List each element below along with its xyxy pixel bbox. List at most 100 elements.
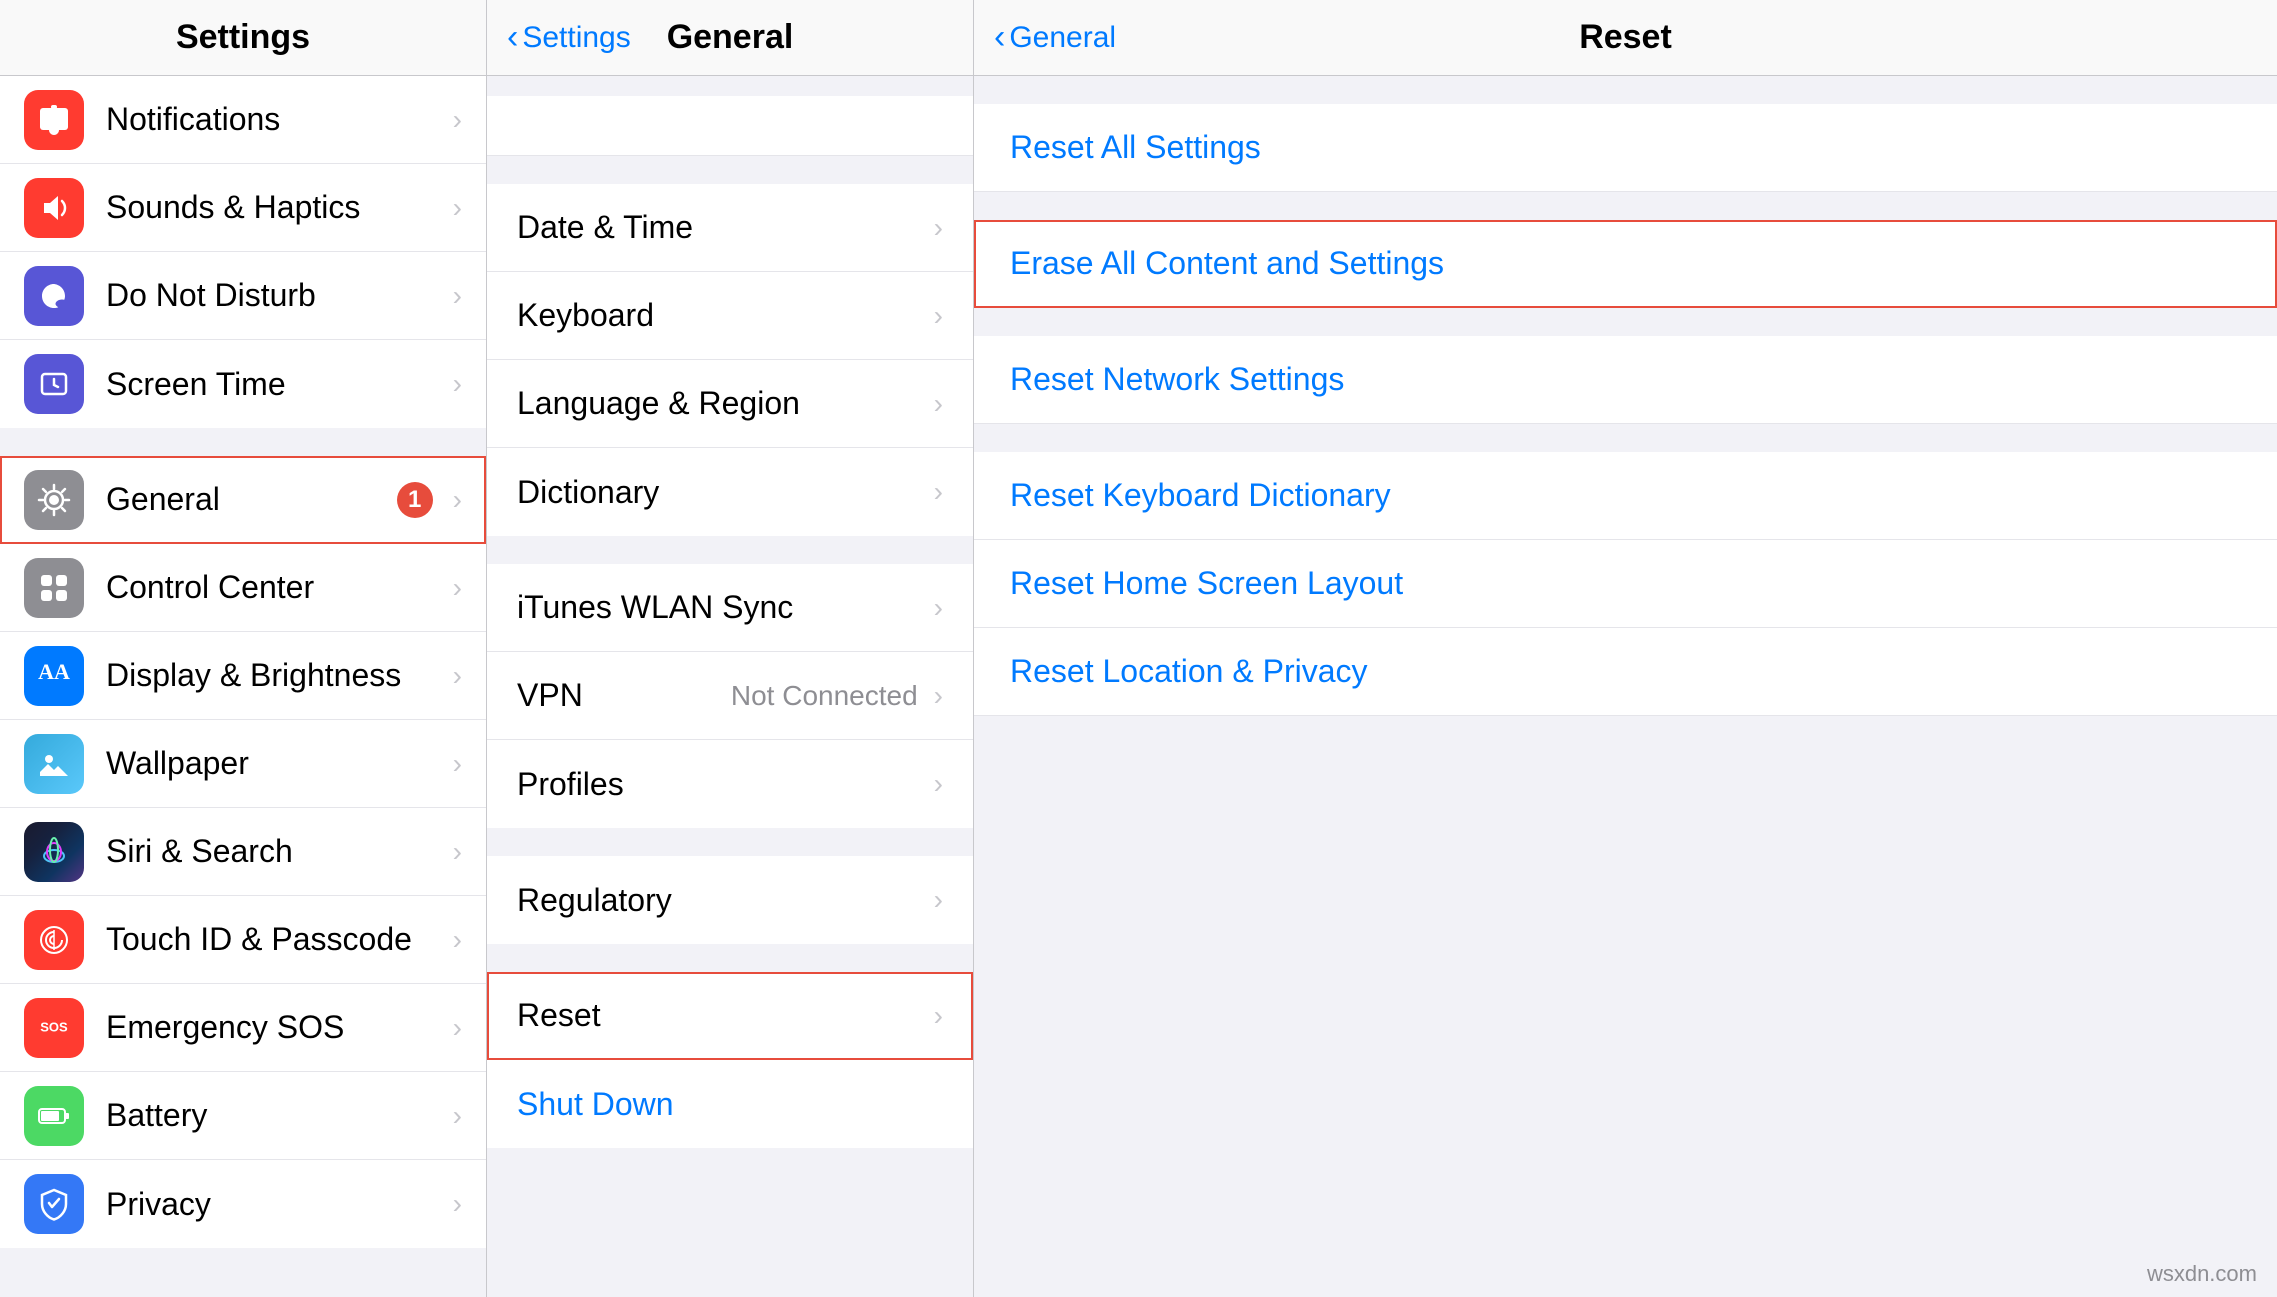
sidebar-item-do-not-disturb[interactable]: Do Not Disturb › xyxy=(0,252,486,340)
sidebar-item-control-center[interactable]: Control Center › xyxy=(0,544,486,632)
vpn-value: Not Connected xyxy=(731,680,918,712)
sidebar-item-notifications[interactable]: Notifications › xyxy=(0,76,486,164)
middle-truncated-item xyxy=(487,96,973,156)
middle-item-keyboard[interactable]: Keyboard › xyxy=(487,272,973,360)
middle-column: ‹ Settings General Date & Time › Keyboar… xyxy=(487,0,974,1297)
right-item-reset-keyboard[interactable]: Reset Keyboard Dictionary xyxy=(974,452,2277,540)
right-item-reset-network[interactable]: Reset Network Settings xyxy=(974,336,2277,424)
dictionary-chevron: › xyxy=(934,476,943,508)
right-item-reset-location[interactable]: Reset Location & Privacy xyxy=(974,628,2277,716)
right-item-reset-home-screen[interactable]: Reset Home Screen Layout xyxy=(974,540,2277,628)
display-chevron: › xyxy=(453,660,462,692)
middle-group-1: Date & Time › Keyboard › Language & Regi… xyxy=(487,184,973,536)
reset-home-screen-label: Reset Home Screen Layout xyxy=(1010,565,2241,602)
middle-item-vpn[interactable]: VPN Not Connected › xyxy=(487,652,973,740)
vpn-label: VPN xyxy=(517,677,731,714)
sounds-label: Sounds & Haptics xyxy=(106,189,447,226)
do-not-disturb-chevron: › xyxy=(453,280,462,312)
screen-time-chevron: › xyxy=(453,368,462,400)
do-not-disturb-icon xyxy=(24,266,84,326)
middle-group-2: iTunes WLAN Sync › VPN Not Connected › P… xyxy=(487,564,973,828)
wallpaper-icon xyxy=(24,734,84,794)
touch-id-label: Touch ID & Passcode xyxy=(106,921,447,958)
right-settings-list: Reset All Settings Erase All Content and… xyxy=(974,76,2277,1297)
middle-item-regulatory[interactable]: Regulatory › xyxy=(487,856,973,944)
reset-location-label: Reset Location & Privacy xyxy=(1010,653,2241,690)
right-back-button[interactable]: ‹ General xyxy=(994,18,1116,57)
right-header: ‹ General Reset xyxy=(974,0,2277,76)
reset-all-label: Reset All Settings xyxy=(1010,129,2241,166)
control-center-label: Control Center xyxy=(106,569,447,606)
reset-label: Reset xyxy=(517,997,928,1034)
do-not-disturb-label: Do Not Disturb xyxy=(106,277,447,314)
general-badge: 1 xyxy=(397,482,433,518)
right-back-label: General xyxy=(1009,21,1116,55)
middle-group-3: Regulatory › xyxy=(487,856,973,944)
middle-title: General xyxy=(667,18,794,57)
sidebar-item-touch-id[interactable]: Touch ID & Passcode › xyxy=(0,896,486,984)
control-center-chevron: › xyxy=(453,572,462,604)
keyboard-chevron: › xyxy=(934,300,943,332)
right-separator-2 xyxy=(974,308,2277,336)
middle-group-4: Reset › Shut Down xyxy=(487,972,973,1148)
middle-item-reset[interactable]: Reset › xyxy=(487,972,973,1060)
middle-separator-1 xyxy=(487,536,973,564)
shut-down-label: Shut Down xyxy=(517,1086,943,1123)
battery-chevron: › xyxy=(453,1100,462,1132)
right-item-reset-all[interactable]: Reset All Settings xyxy=(974,104,2277,192)
siri-icon xyxy=(24,822,84,882)
vpn-chevron: › xyxy=(934,680,943,712)
profiles-label: Profiles xyxy=(517,766,928,803)
right-group-1: Reset All Settings xyxy=(974,104,2277,192)
middle-item-language[interactable]: Language & Region › xyxy=(487,360,973,448)
battery-icon xyxy=(24,1086,84,1146)
middle-settings-list: Date & Time › Keyboard › Language & Regi… xyxy=(487,76,973,1297)
general-icon xyxy=(24,470,84,530)
sidebar-item-wallpaper[interactable]: Wallpaper › xyxy=(0,720,486,808)
profiles-chevron: › xyxy=(934,768,943,800)
sidebar-item-siri[interactable]: Siri & Search › xyxy=(0,808,486,896)
sidebar-item-privacy[interactable]: Privacy › xyxy=(0,1160,486,1248)
middle-item-itunes[interactable]: iTunes WLAN Sync › xyxy=(487,564,973,652)
sidebar-item-emergency-sos[interactable]: SOS Emergency SOS › xyxy=(0,984,486,1072)
left-separator-1 xyxy=(0,428,486,456)
right-title: Reset xyxy=(1579,18,1672,57)
sidebar-item-general[interactable]: General 1 › xyxy=(0,456,486,544)
middle-header: ‹ Settings General xyxy=(487,0,973,76)
touch-id-chevron: › xyxy=(453,924,462,956)
left-header: Settings xyxy=(0,0,486,76)
reset-keyboard-label: Reset Keyboard Dictionary xyxy=(1010,477,2241,514)
middle-item-dictionary[interactable]: Dictionary › xyxy=(487,448,973,536)
left-group-1: Notifications › Sounds & Haptics › Do No… xyxy=(0,76,486,428)
reset-chevron: › xyxy=(934,1000,943,1032)
language-label: Language & Region xyxy=(517,385,928,422)
middle-back-label: Settings xyxy=(522,21,630,55)
middle-back-button[interactable]: ‹ Settings xyxy=(507,18,631,57)
right-item-erase-all[interactable]: Erase All Content and Settings xyxy=(974,220,2277,308)
middle-item-date-time[interactable]: Date & Time › xyxy=(487,184,973,272)
emergency-sos-icon: SOS xyxy=(24,998,84,1058)
wallpaper-label: Wallpaper xyxy=(106,745,447,782)
siri-label: Siri & Search xyxy=(106,833,447,870)
sidebar-item-sounds[interactable]: Sounds & Haptics › xyxy=(0,164,486,252)
general-label: General xyxy=(106,481,397,518)
display-label: Display & Brightness xyxy=(106,657,447,694)
right-group-3: Reset Network Settings xyxy=(974,336,2277,424)
middle-item-profiles[interactable]: Profiles › xyxy=(487,740,973,828)
erase-all-label: Erase All Content and Settings xyxy=(1010,245,2241,282)
right-group-2: Erase All Content and Settings xyxy=(974,220,2277,308)
right-group-4: Reset Keyboard Dictionary Reset Home Scr… xyxy=(974,452,2277,716)
notifications-icon xyxy=(24,90,84,150)
middle-item-shut-down[interactable]: Shut Down xyxy=(487,1060,973,1148)
privacy-label: Privacy xyxy=(106,1186,447,1223)
sidebar-item-display[interactable]: AA Display & Brightness › xyxy=(0,632,486,720)
middle-separator-2 xyxy=(487,828,973,856)
sidebar-item-battery[interactable]: Battery › xyxy=(0,1072,486,1160)
regulatory-label: Regulatory xyxy=(517,882,928,919)
sounds-icon xyxy=(24,178,84,238)
general-chevron: › xyxy=(453,484,462,516)
middle-back-chevron: ‹ xyxy=(507,18,518,57)
regulatory-chevron: › xyxy=(934,884,943,916)
sidebar-item-screen-time[interactable]: Screen Time › xyxy=(0,340,486,428)
left-title: Settings xyxy=(176,18,310,57)
